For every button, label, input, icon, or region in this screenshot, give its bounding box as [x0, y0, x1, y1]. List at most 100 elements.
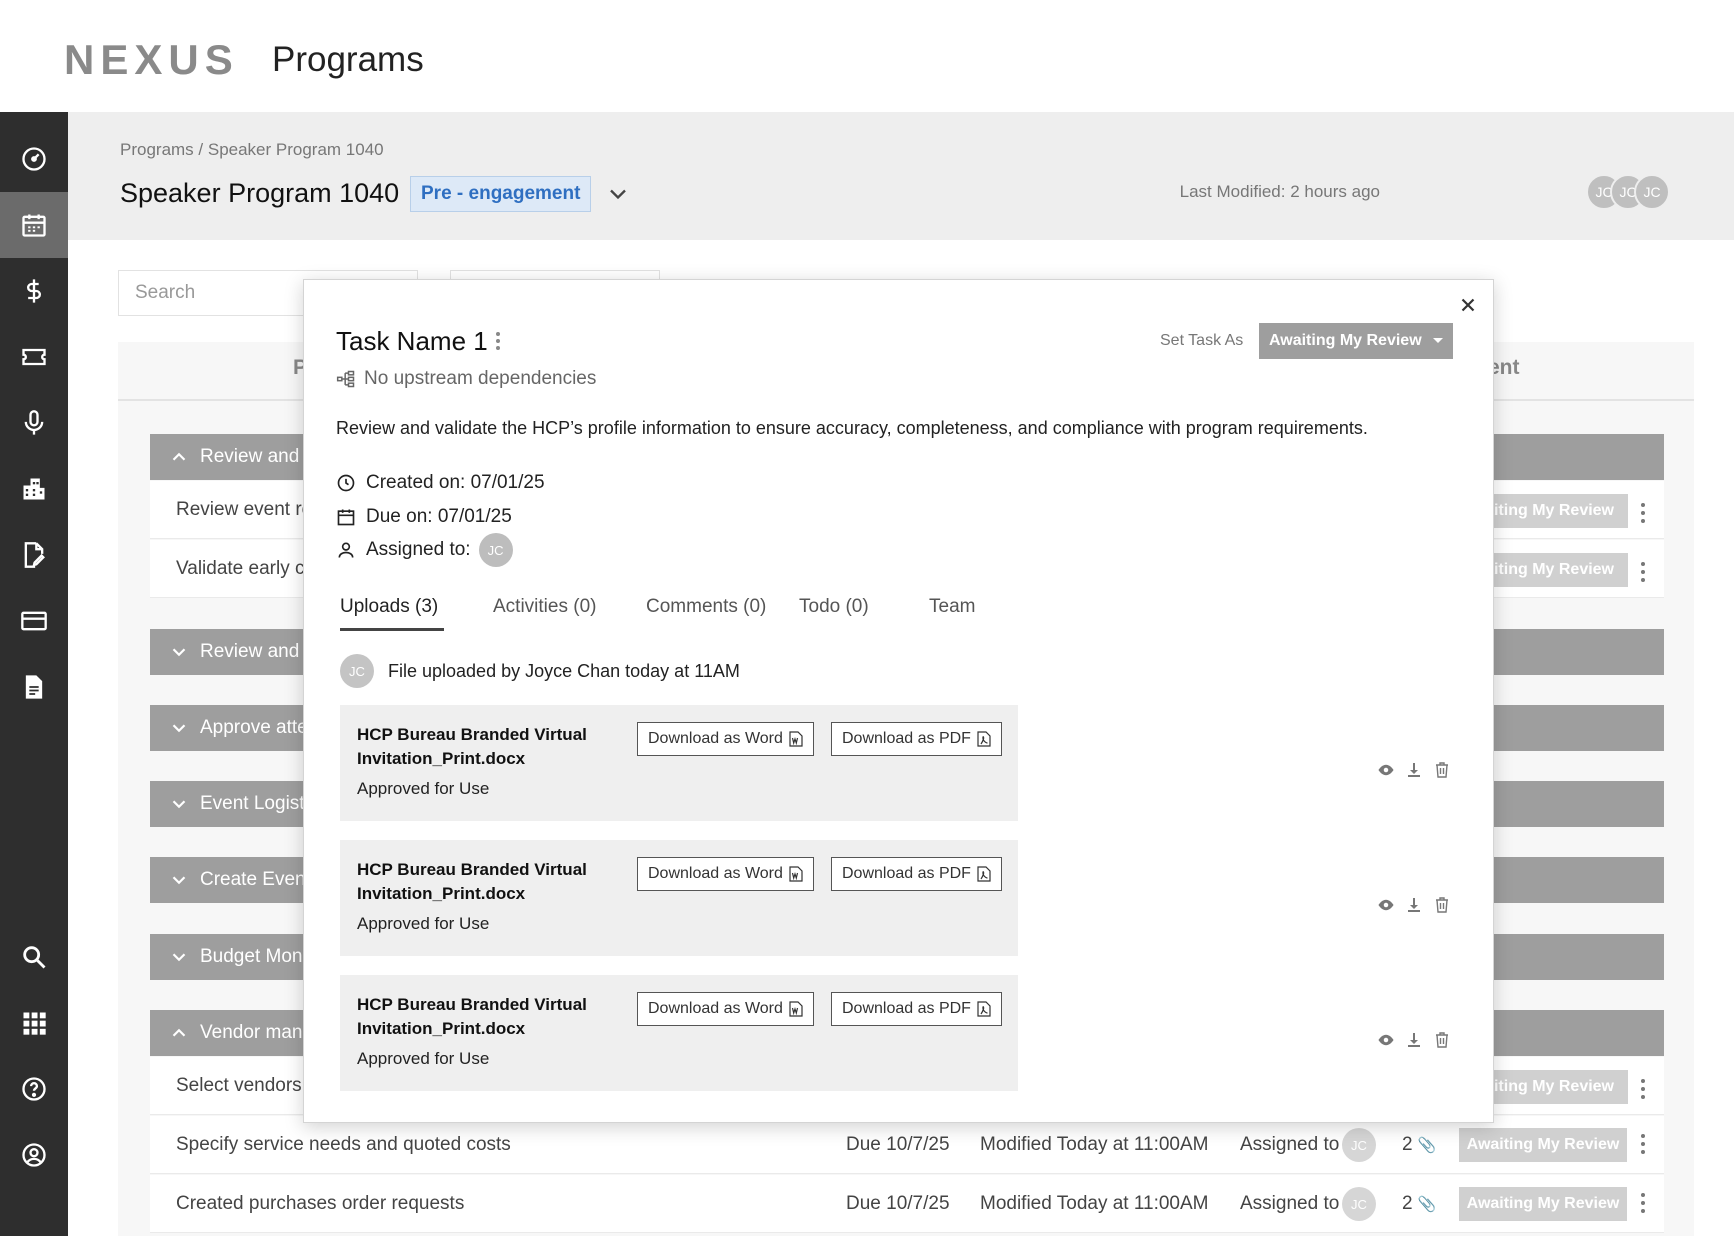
- tab-comments[interactable]: Comments (0): [646, 596, 766, 618]
- last-modified: Last Modified: 2 hours ago: [1179, 182, 1380, 201]
- download-icon[interactable]: [1405, 762, 1423, 778]
- page-title: Speaker Program 1040: [120, 178, 400, 208]
- download-pdf-button[interactable]: Download as PDF: [831, 722, 1002, 756]
- avatar[interactable]: JC: [1342, 1187, 1376, 1221]
- task-group-label: Review and a: [200, 446, 316, 467]
- microphone-icon: [24, 410, 44, 435]
- task-row-label: Specify service needs and quoted costs: [176, 1133, 511, 1155]
- sidebar-item-apps[interactable]: [0, 990, 68, 1056]
- breadcrumb[interactable]: Programs / Speaker Program 1040: [120, 140, 384, 160]
- status-badge[interactable]: aiting My Review: [1480, 1070, 1628, 1104]
- download-pdf-button[interactable]: Download as PDF: [831, 992, 1002, 1026]
- sidebar-item-calendar[interactable]: [0, 192, 68, 258]
- download-word-label: Download as Word: [648, 865, 783, 882]
- task-status-value: Awaiting My Review: [1269, 332, 1422, 349]
- upload-note: JC File uploaded by Joyce Chan today at …: [340, 654, 740, 688]
- sidebar-item-account[interactable]: [0, 1122, 68, 1188]
- person-icon: [338, 542, 354, 558]
- chevron-down-icon: [172, 953, 186, 962]
- chevron-down-icon[interactable]: [604, 180, 632, 208]
- download-word-button[interactable]: Download as Word: [637, 992, 814, 1026]
- dashboard-icon: [22, 147, 46, 171]
- close-icon[interactable]: [1457, 294, 1479, 316]
- attachment-count[interactable]: 2 📎: [1402, 1193, 1437, 1215]
- sidebar-item-payments[interactable]: [0, 588, 68, 654]
- download-icon[interactable]: [1405, 1032, 1423, 1048]
- eye-icon[interactable]: [1377, 1032, 1395, 1048]
- avatar[interactable]: JC: [340, 654, 374, 688]
- apps-grid-icon: [23, 1012, 46, 1035]
- sidebar-item-speakers[interactable]: [0, 390, 68, 456]
- app-title: Programs: [272, 40, 424, 79]
- download-pdf-label: Download as PDF: [842, 730, 971, 747]
- task-row-label: Created purchases order requests: [176, 1192, 465, 1214]
- kebab-menu-icon[interactable]: [1640, 501, 1646, 525]
- status-badge[interactable]: aiting My Review: [1480, 553, 1628, 587]
- file-name: HCP Bureau Branded Virtual Invitation_Pr…: [357, 860, 587, 903]
- tab-uploads[interactable]: Uploads (3): [340, 596, 438, 618]
- calendar-icon: [22, 214, 46, 237]
- trash-icon[interactable]: [1433, 762, 1451, 778]
- caret-down-icon: [1433, 338, 1443, 343]
- eye-icon[interactable]: [1377, 762, 1395, 778]
- upload-note-text: File uploaded by Joyce Chan today at 11A…: [388, 660, 740, 681]
- trash-icon[interactable]: [1433, 1032, 1451, 1048]
- kebab-menu-icon[interactable]: [1640, 1077, 1646, 1101]
- sidebar-item-help[interactable]: [0, 1056, 68, 1122]
- status-badge[interactable]: Awaiting My Review: [1459, 1128, 1627, 1162]
- file-card: HCP Bureau Branded Virtual Invitation_Pr…: [340, 840, 1018, 956]
- download-pdf-label: Download as PDF: [842, 865, 971, 882]
- collaborator-avatars[interactable]: JC JC JC: [1586, 174, 1670, 210]
- task-group-label: Review and C: [200, 641, 319, 662]
- download-pdf-button[interactable]: Download as PDF: [831, 857, 1002, 891]
- word-file-icon: [789, 1001, 803, 1017]
- download-word-button[interactable]: Download as Word: [637, 857, 814, 891]
- sidebar-item-search[interactable]: [0, 924, 68, 990]
- file-status: Approved for Use: [357, 779, 490, 798]
- eye-icon[interactable]: [1377, 897, 1395, 913]
- table-row[interactable]: Created purchases order requests Due 10/…: [150, 1175, 1664, 1233]
- row-assigned-label: Assigned to: [1240, 1134, 1340, 1155]
- dependencies-text: No upstream dependencies: [364, 368, 597, 389]
- created-date-text: Created on: 07/01/25: [366, 472, 545, 493]
- dependency-tree-icon: [336, 370, 355, 388]
- chevron-down-icon: [172, 724, 186, 733]
- trash-icon[interactable]: [1433, 897, 1451, 913]
- assignee-label: Assigned to:: [366, 539, 471, 560]
- kebab-menu-icon[interactable]: [1640, 1191, 1646, 1215]
- avatar[interactable]: JC: [478, 533, 513, 567]
- paperclip-icon: 📎: [1417, 1137, 1437, 1154]
- sidebar-item-tickets[interactable]: [0, 324, 68, 390]
- kebab-menu-icon[interactable]: [1640, 1132, 1646, 1156]
- nexus-logo[interactable]: NEXUS: [64, 36, 239, 84]
- task-group-label: Create Event: [200, 869, 311, 890]
- stage-badge[interactable]: Pre - engagement: [410, 176, 592, 212]
- kebab-menu-icon[interactable]: [1640, 560, 1646, 584]
- sidebar-item-documents[interactable]: [0, 654, 68, 720]
- sidebar-item-venues[interactable]: [0, 456, 68, 522]
- status-badge[interactable]: aiting My Review: [1480, 494, 1628, 528]
- tab-todo[interactable]: Todo (0): [799, 596, 869, 618]
- tab-team[interactable]: Team: [929, 596, 975, 618]
- download-word-label: Download as Word: [648, 1000, 783, 1017]
- download-icon[interactable]: [1405, 897, 1423, 913]
- sidebar-item-budget[interactable]: [0, 258, 68, 324]
- attachment-count[interactable]: 2 📎: [1402, 1134, 1437, 1156]
- sidebar-item-contracts[interactable]: [0, 522, 68, 588]
- dollar-icon: [27, 279, 41, 303]
- top-bar: NEXUS Programs: [0, 0, 1734, 112]
- file-name: HCP Bureau Branded Virtual Invitation_Pr…: [357, 725, 587, 768]
- avatar[interactable]: JC: [1342, 1128, 1376, 1162]
- download-word-button[interactable]: Download as Word: [637, 722, 814, 756]
- status-badge[interactable]: Awaiting My Review: [1459, 1187, 1627, 1221]
- sidebar-item-dashboard[interactable]: [0, 126, 68, 192]
- chevron-up-icon: [172, 1028, 186, 1037]
- kebab-menu-icon[interactable]: [494, 330, 502, 352]
- search-icon: [23, 946, 46, 969]
- tab-activities[interactable]: Activities (0): [493, 596, 596, 618]
- download-word-label: Download as Word: [648, 730, 783, 747]
- file-status: Approved for Use: [357, 914, 490, 933]
- table-row[interactable]: Specify service needs and quoted costs D…: [150, 1116, 1664, 1174]
- task-status-dropdown[interactable]: Awaiting My Review: [1259, 323, 1453, 359]
- file-status: Approved for Use: [357, 1049, 490, 1068]
